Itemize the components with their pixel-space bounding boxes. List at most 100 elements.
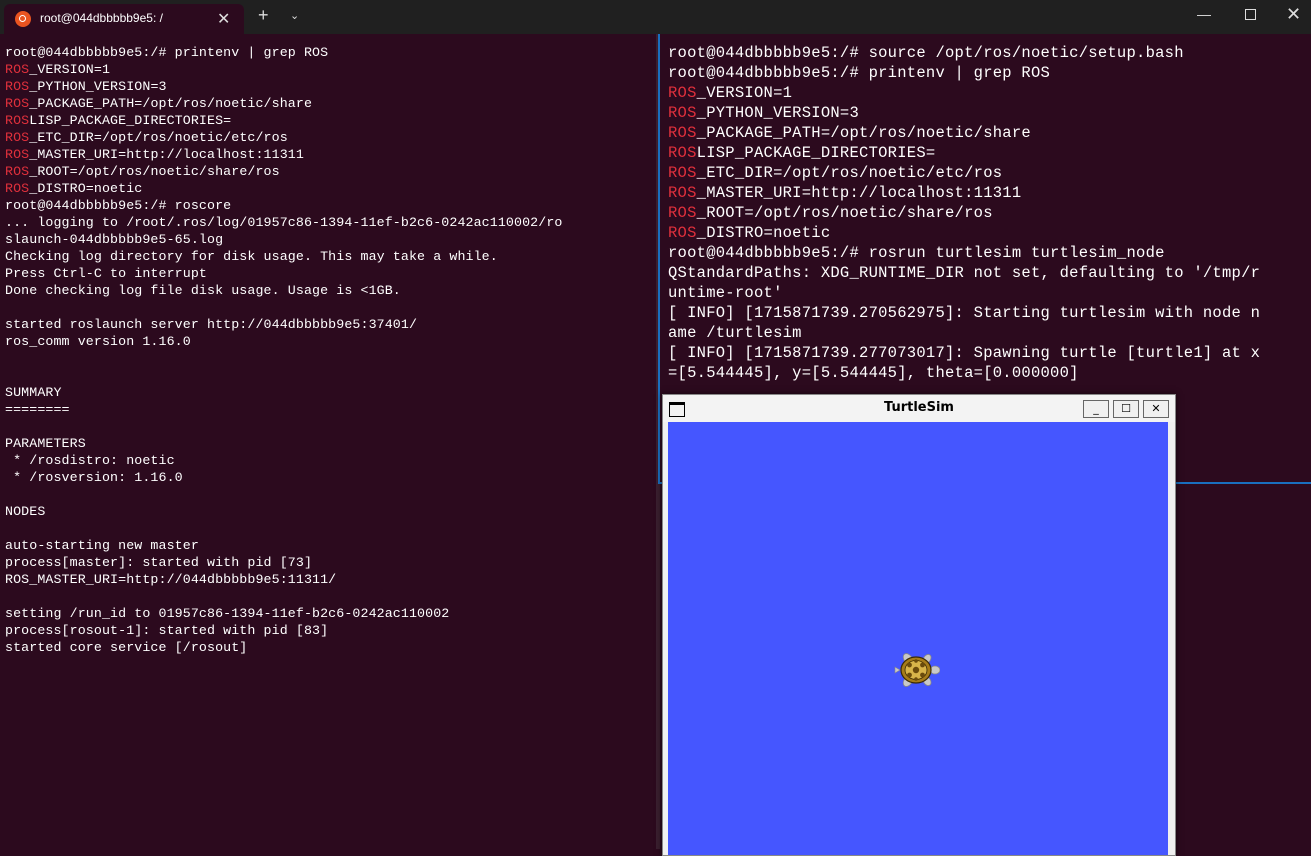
terminal-line: ... logging to /root/.ros/log/01957c86-1… <box>5 215 562 230</box>
tab-terminal[interactable]: root@044dbbbbb9e5: / ✕ <box>4 4 244 34</box>
terminal-line-text: started roslaunch server http://044dbbbb… <box>5 317 418 332</box>
terminal-line-text: ROS_MASTER_URI=http://044dbbbbb9e5:11311… <box>5 572 337 587</box>
highlighted-match: ROS <box>668 224 697 242</box>
terminal-line-text: _PYTHON_VERSION=3 <box>29 79 167 94</box>
terminal-line: root@044dbbbbb9e5:/# roscore <box>5 198 231 213</box>
terminal-line-text: root@044dbbbbb9e5:/# source /opt/ros/noe… <box>668 44 1184 62</box>
terminal-line: [ INFO] [1715871739.277073017]: Spawning… <box>668 344 1260 362</box>
close-button[interactable]: ✕ <box>1286 4 1301 25</box>
highlighted-match: ROS <box>5 147 30 162</box>
maximize-button[interactable] <box>1245 9 1256 20</box>
terminal-line: ROS_DISTRO=noetic <box>668 224 830 242</box>
tab-close-icon[interactable]: ✕ <box>217 9 230 29</box>
terminal-line-text: [ INFO] [1715871739.277073017]: Spawning… <box>668 344 1261 362</box>
terminal-line: untime-root' <box>668 284 783 302</box>
terminal-line: NODES <box>5 504 45 519</box>
highlighted-match: ROS <box>5 79 30 94</box>
terminal-line-text: slaunch-044dbbbbb9e5-65.log <box>5 232 224 247</box>
terminal-line: slaunch-044dbbbbb9e5-65.log <box>5 232 223 247</box>
terminal-line: Press Ctrl-C to interrupt <box>5 266 207 281</box>
terminal-line-text: _MASTER_URI=http://localhost:11311 <box>696 184 1022 202</box>
terminal-line-text: process[rosout-1]: started with pid [83] <box>5 623 329 638</box>
terminal-line: setting /run_id to 01957c86-1394-11ef-b2… <box>5 606 449 621</box>
terminal-line-text: _PYTHON_VERSION=3 <box>696 104 860 122</box>
highlighted-match: ROS <box>668 184 697 202</box>
terminal-line-text: started core service [/rosout] <box>5 640 248 655</box>
terminal-line-text: setting /run_id to 01957c86-1394-11ef-b2… <box>5 606 450 621</box>
turtlesim-close-button[interactable]: ✕ <box>1143 400 1169 418</box>
terminal-line-text: ======== <box>5 402 70 417</box>
terminal-line-text: process[master]: started with pid [73] <box>5 555 313 570</box>
terminal-line-text: _VERSION=1 <box>29 62 111 77</box>
terminal-line: [ INFO] [1715871739.270562975]: Starting… <box>668 304 1260 322</box>
terminal-line-text: [ INFO] [1715871739.270562975]: Starting… <box>668 304 1261 322</box>
left-terminal-pane[interactable]: root@044dbbbbb9e5:/# printenv | grep ROS… <box>0 34 656 849</box>
terminal-line: PARAMETERS <box>5 436 86 451</box>
terminal-line-text: NODES <box>5 504 46 519</box>
terminal-line: ros_comm version 1.16.0 <box>5 334 191 349</box>
terminal-line: ROS_MASTER_URI=http://localhost:11311 <box>5 147 304 162</box>
terminal-line: ame /turtlesim <box>668 324 802 342</box>
terminal-line: QStandardPaths: XDG_RUNTIME_DIR not set,… <box>668 264 1260 282</box>
terminal-line-text: Done checking log file disk usage. Usage… <box>5 283 401 298</box>
tab-title: root@044dbbbbb9e5: / <box>40 11 163 25</box>
terminal-line: ROS_MASTER_URI=http://localhost:11311 <box>668 184 1021 202</box>
terminal-line-text: ros_comm version 1.16.0 <box>5 334 191 349</box>
highlighted-match: ROS <box>5 62 30 77</box>
terminal-line: =[5.544445], y=[5.544445], theta=[0.0000… <box>668 364 1079 382</box>
turtlesim-maximize-button[interactable]: ☐ <box>1113 400 1139 418</box>
highlighted-match: ROS <box>668 164 697 182</box>
terminal-line-text: _DISTRO=noetic <box>696 224 831 242</box>
terminal-line-text: * /rosdistro: noetic <box>5 453 175 468</box>
highlighted-match: ROS <box>668 144 697 162</box>
terminal-line-text: LISP_PACKAGE_DIRECTORIES= <box>29 113 232 128</box>
terminal-line-text: _PACKAGE_PATH=/opt/ros/noetic/share <box>696 124 1031 142</box>
terminal-line: ROS_PACKAGE_PATH=/opt/ros/noetic/share <box>5 96 312 111</box>
terminal-line: ROS_MASTER_URI=http://044dbbbbb9e5:11311… <box>5 572 336 587</box>
terminal-line-text: untime-root' <box>668 284 783 302</box>
turtlesim-titlebar[interactable]: TurtleSim _ ☐ ✕ <box>663 395 1175 422</box>
terminal-line: started core service [/rosout] <box>5 640 247 655</box>
terminal-line-text: _ETC_DIR=/opt/ros/noetic/etc/ros <box>696 164 1003 182</box>
terminal-line: Done checking log file disk usage. Usage… <box>5 283 401 298</box>
terminal-line-text: _PACKAGE_PATH=/opt/ros/noetic/share <box>29 96 313 111</box>
new-tab-button[interactable]: + <box>258 5 269 26</box>
highlighted-match: ROS <box>5 96 30 111</box>
terminal-line-text: root@044dbbbbb9e5:/# printenv | grep ROS <box>668 64 1051 82</box>
terminal-line-text: Press Ctrl-C to interrupt <box>5 266 207 281</box>
terminal-line: ROS_DISTRO=noetic <box>5 181 142 196</box>
terminal-line-text: _ROOT=/opt/ros/noetic/share/ros <box>696 204 993 222</box>
terminal-line: ROS_PACKAGE_PATH=/opt/ros/noetic/share <box>668 124 1031 142</box>
terminal-line: root@044dbbbbb9e5:/# source /opt/ros/noe… <box>668 44 1184 62</box>
turtlesim-minimize-button[interactable]: _ <box>1083 400 1109 418</box>
highlighted-match: ROS <box>5 181 30 196</box>
terminal-line-text: LISP_PACKAGE_DIRECTORIES= <box>696 144 936 162</box>
terminal-line-text: PARAMETERS <box>5 436 86 451</box>
terminal-line: started roslaunch server http://044dbbbb… <box>5 317 417 332</box>
chevron-down-icon[interactable]: ⌄ <box>290 9 299 22</box>
highlighted-match: ROS <box>668 104 697 122</box>
terminal-line-text: ame /turtlesim <box>668 324 802 342</box>
terminal-line-text: root@044dbbbbb9e5:/# rosrun turtlesim tu… <box>668 244 1165 262</box>
window-titlebar: root@044dbbbbb9e5: / ✕ + ⌄ — ✕ <box>0 0 1311 34</box>
highlighted-match: ROS <box>668 124 697 142</box>
terminal-line: * /rosdistro: noetic <box>5 453 175 468</box>
terminal-line-text: _DISTRO=noetic <box>29 181 143 196</box>
terminal-line: process[rosout-1]: started with pid [83] <box>5 623 328 638</box>
terminal-line: ROS_ROOT=/opt/ros/noetic/share/ros <box>668 204 993 222</box>
highlighted-match: ROS <box>5 164 30 179</box>
terminal-line: process[master]: started with pid [73] <box>5 555 312 570</box>
highlighted-match: ROS <box>5 113 30 128</box>
terminal-line-text: root@044dbbbbb9e5:/# printenv | grep ROS <box>5 45 329 60</box>
terminal-line-text: root@044dbbbbb9e5:/# roscore <box>5 198 232 213</box>
turtlesim-window[interactable]: TurtleSim _ ☐ ✕ <box>662 394 1176 856</box>
terminal-line: auto-starting new master <box>5 538 199 553</box>
terminal-line: ROSLISP_PACKAGE_DIRECTORIES= <box>5 113 231 128</box>
terminal-line: ROS_ETC_DIR=/opt/ros/noetic/etc/ros <box>5 130 288 145</box>
turtle-icon <box>894 653 940 687</box>
terminal-line: ROSLISP_PACKAGE_DIRECTORIES= <box>668 144 935 162</box>
terminal-line-text: SUMMARY <box>5 385 62 400</box>
minimize-button[interactable]: — <box>1197 6 1211 22</box>
terminal-line: ROS_ROOT=/opt/ros/noetic/share/ros <box>5 164 280 179</box>
terminal-line-text: QStandardPaths: XDG_RUNTIME_DIR not set,… <box>668 264 1261 282</box>
